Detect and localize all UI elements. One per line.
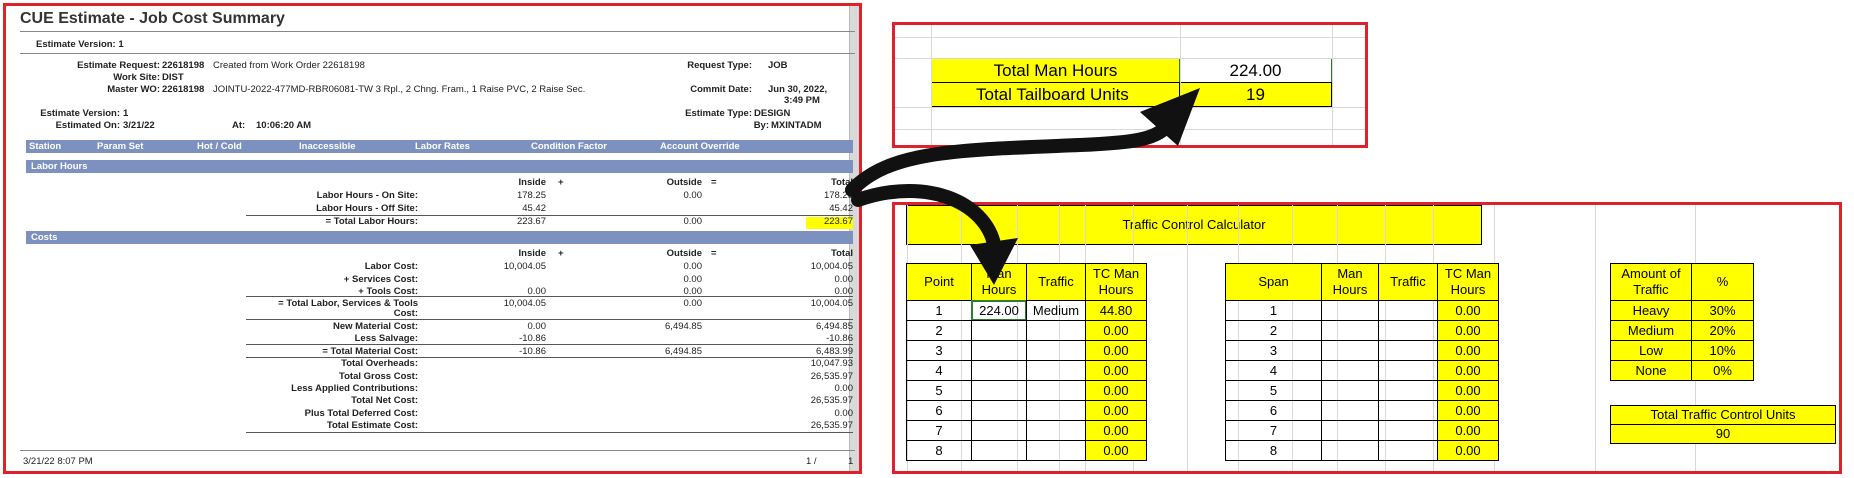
connector-arrows xyxy=(845,88,1200,285)
arrow-to-total-man-hours xyxy=(845,88,1200,197)
arrow-to-point-man-hours xyxy=(851,184,1018,285)
